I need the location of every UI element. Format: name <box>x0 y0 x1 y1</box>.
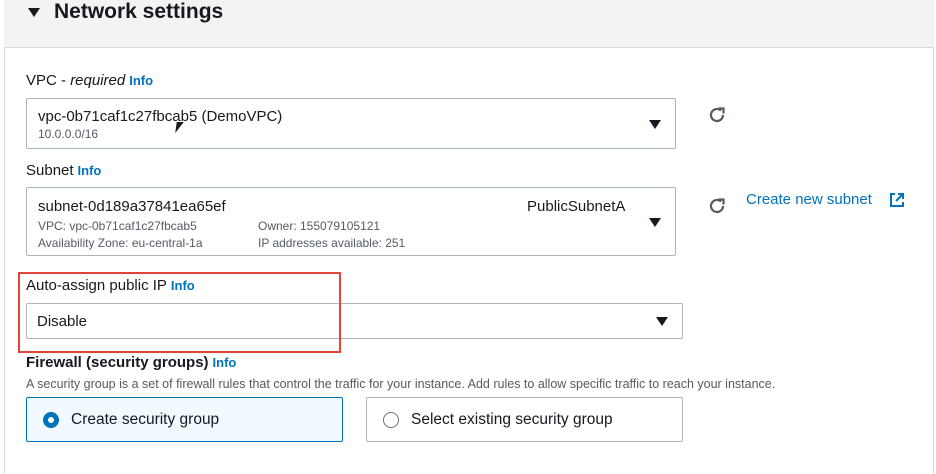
vpc-info-link[interactable]: Info <box>129 73 153 88</box>
highlight-box <box>18 272 341 353</box>
radio-selected-icon[interactable] <box>43 412 59 428</box>
subnet-az-line: Availability Zone: eu-central-1a <box>38 236 203 250</box>
create-new-subnet-link[interactable]: Create new subnet <box>746 191 872 209</box>
vpc-required-text: required <box>70 72 126 89</box>
subnet-selected-id: subnet-0d189a37841ea65ef <box>38 198 226 215</box>
external-link-icon[interactable] <box>888 191 906 209</box>
firewall-label-text: Firewall (security groups) <box>26 354 209 371</box>
subnet-label: Subnet Info <box>26 161 101 181</box>
vpc-selected-cidr: 10.0.0.0/16 <box>38 127 99 141</box>
vpc-label: VPC - required Info <box>26 71 153 91</box>
subnet-owner-line: Owner: 155079105121 <box>258 219 381 233</box>
vpc-select[interactable]: vpc-0b71caf1c27fbcab5 (DemoVPC) 10.0.0.0… <box>26 98 676 149</box>
subnet-info-link[interactable]: Info <box>78 163 102 178</box>
refresh-vpc-icon[interactable] <box>706 104 728 126</box>
subnet-select[interactable]: subnet-0d189a37841ea65ef PublicSubnetA V… <box>26 187 676 256</box>
create-security-group-label: Create security group <box>71 411 220 428</box>
chevron-down-icon <box>656 317 668 326</box>
firewall-info-link[interactable]: Info <box>213 355 237 370</box>
create-security-group-option[interactable]: Create security group <box>26 397 343 442</box>
vpc-selected-name: vpc-0b71caf1c27fbcab5 (DemoVPC) <box>38 108 283 125</box>
subnet-vpc-line: VPC: vpc-0b71caf1c27fbcab5 <box>38 219 197 233</box>
subnet-ips-line: IP addresses available: 251 <box>258 236 406 250</box>
chevron-down-icon <box>649 218 661 227</box>
select-existing-security-group-label: Select existing security group <box>411 411 613 428</box>
section-title: Network settings <box>54 0 224 23</box>
chevron-down-icon <box>649 120 661 129</box>
subnet-selected-name: PublicSubnetA <box>527 198 626 215</box>
subnet-label-text: Subnet <box>26 162 74 179</box>
radio-unselected-icon[interactable] <box>383 412 399 428</box>
vpc-label-text: VPC - <box>26 72 71 89</box>
firewall-description: A security group is a set of firewall ru… <box>26 377 776 391</box>
firewall-label: Firewall (security groups) Info <box>26 353 236 373</box>
refresh-subnet-icon[interactable] <box>706 195 728 217</box>
section-header[interactable]: Network settings <box>4 0 934 48</box>
collapse-caret-icon[interactable] <box>28 8 40 17</box>
select-existing-security-group-option[interactable]: Select existing security group <box>366 397 683 442</box>
